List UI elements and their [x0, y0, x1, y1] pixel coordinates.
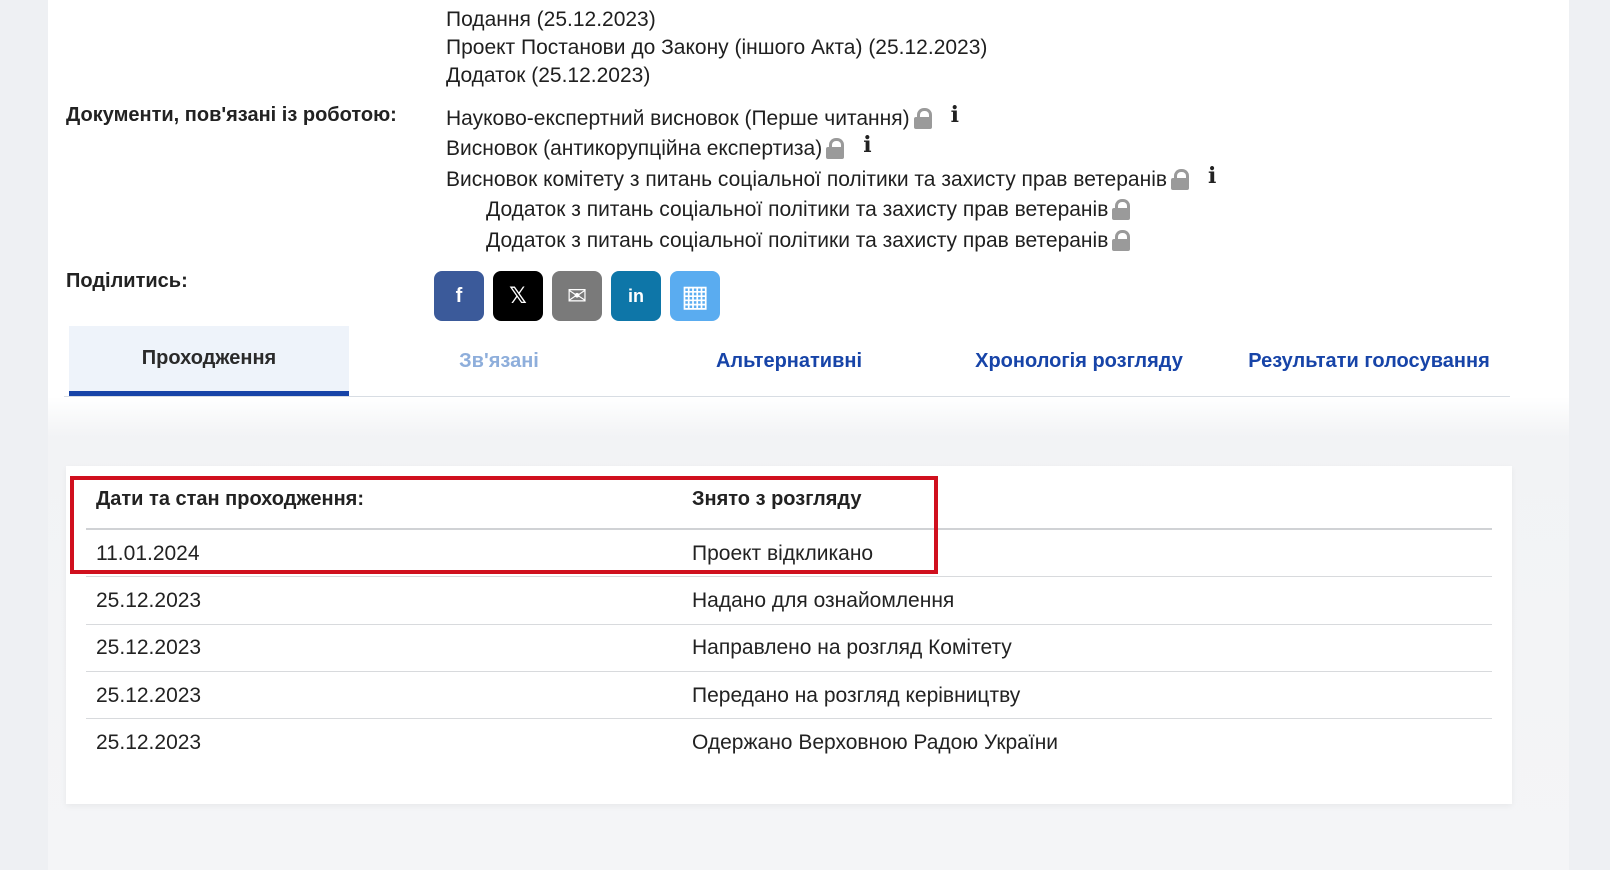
qr-code-button[interactable]: ▦ — [670, 271, 720, 321]
email-share-button[interactable]: ✉ — [552, 271, 602, 321]
lock-icon — [1111, 198, 1131, 220]
related-doc-subitem[interactable]: Додаток з питань соціальної політики та … — [486, 229, 1131, 253]
related-doc-subitem[interactable]: Додаток з питань соціальної політики та … — [486, 198, 1131, 222]
divider — [86, 718, 1492, 719]
share-label: Поділитись: — [66, 270, 188, 292]
linkedin-icon: in — [628, 285, 644, 306]
tab-voting-results[interactable]: Результати голосування — [1224, 326, 1514, 396]
related-doc-label: Висновок комітету з питань соціальної по… — [446, 168, 1168, 191]
divider — [86, 671, 1492, 672]
related-docs-label: Документи, пов'язані із роботою: — [66, 104, 397, 126]
linkedin-share-button[interactable]: in — [611, 271, 661, 321]
row-status: Передано на розгляд керівництву — [692, 684, 1021, 707]
document-link[interactable]: Подання (25.12.2023) — [446, 8, 656, 32]
tab-bar: Проходження Зв'язані Альтернативні Хроно… — [64, 326, 1510, 397]
divider — [86, 624, 1492, 625]
document-link[interactable]: Проект Постанови до Закону (іншого Акта)… — [446, 36, 987, 60]
x-icon: 𝕏 — [509, 283, 527, 308]
tab-label: Зв'язані — [459, 349, 539, 372]
tab-alternative[interactable]: Альтернативні — [644, 326, 934, 396]
info-icon[interactable]: i — [1208, 163, 1216, 189]
related-doc-label: Додаток з питань соціальної політики та … — [486, 229, 1109, 252]
tab-label: Хронологія розгляду — [975, 349, 1183, 372]
row-date: 25.12.2023 — [96, 684, 202, 707]
highlight-box — [70, 476, 938, 574]
related-doc-item[interactable]: Висновок комітету з питань соціальної по… — [446, 163, 1216, 193]
related-doc-label: Висновок (антикорупційна експертиза) — [446, 137, 823, 160]
tab-label: Альтернативні — [715, 349, 863, 372]
related-doc-item[interactable]: Висновок (антикорупційна експертиза) i — [446, 132, 872, 162]
tab-passage[interactable]: Проходження — [69, 326, 349, 396]
related-doc-label: Науково-експертний висновок (Перше читан… — [446, 107, 910, 130]
facebook-icon: f — [455, 284, 463, 307]
page-content: Подання (25.12.2023) Проект Постанови до… — [48, 0, 1569, 870]
document-link-label: Проект Постанови до Закону (іншого Акта)… — [446, 36, 988, 59]
row-date: 25.12.2023 — [96, 731, 202, 754]
qr-code-icon: ▦ — [680, 279, 710, 313]
related-doc-label: Додаток з питань соціальної політики та … — [486, 198, 1109, 221]
row-status: Одержано Верховною Радою України — [692, 731, 1059, 754]
tab-label: Проходження — [141, 347, 277, 369]
facebook-share-button[interactable]: f — [434, 271, 484, 321]
document-link[interactable]: Додаток (25.12.2023) — [446, 64, 650, 88]
row-date: 25.12.2023 — [96, 636, 202, 659]
info-icon[interactable]: i — [951, 102, 959, 128]
document-link-label: Додаток (25.12.2023) — [446, 64, 651, 87]
lock-icon — [1111, 229, 1131, 251]
row-status: Надано для ознайомлення — [692, 589, 955, 612]
tab-related[interactable]: Зв'язані — [354, 326, 644, 396]
divider — [86, 576, 1492, 577]
row-date: 25.12.2023 — [96, 589, 202, 612]
lock-icon — [1170, 168, 1190, 190]
lock-icon — [825, 137, 845, 159]
related-doc-item[interactable]: Науково-експертний висновок (Перше читан… — [446, 102, 959, 132]
info-icon[interactable]: i — [863, 132, 871, 158]
email-icon: ✉ — [566, 282, 588, 310]
tab-label: Результати голосування — [1248, 349, 1490, 372]
document-link-label: Подання (25.12.2023) — [446, 8, 656, 31]
lock-icon — [913, 107, 933, 129]
row-status: Направлено на розгляд Комітету — [692, 636, 1012, 659]
tab-chronology[interactable]: Хронологія розгляду — [934, 326, 1224, 396]
x-share-button[interactable]: 𝕏 — [493, 271, 543, 321]
